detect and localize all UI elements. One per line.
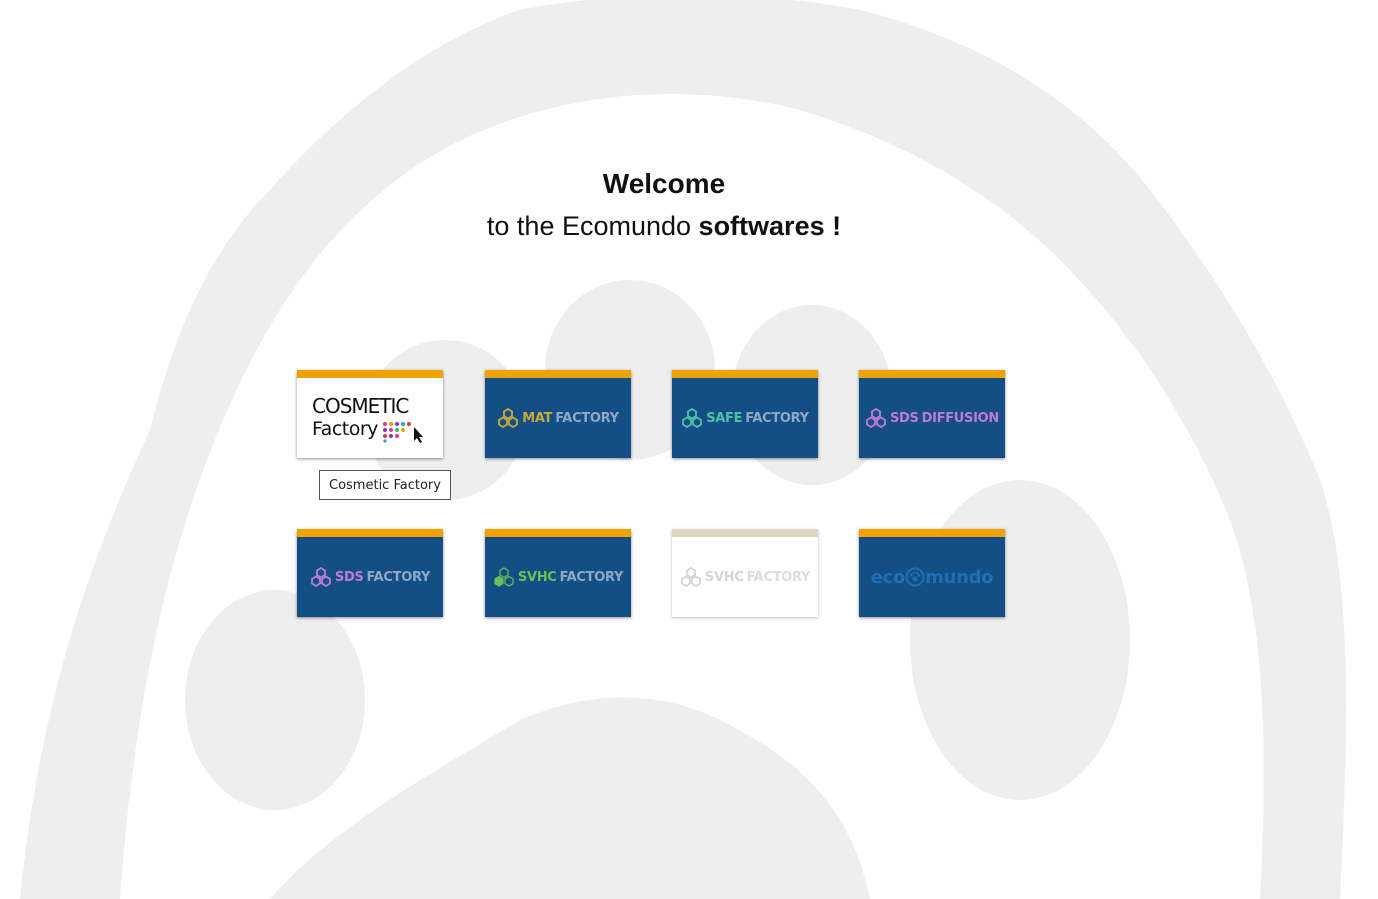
welcome-subtitle-prefix: to the Ecomundo	[486, 211, 699, 241]
cosmetic-logo-line2: Factory	[312, 418, 378, 440]
app-tile-ecomundo[interactable]: eco mundo	[859, 529, 1005, 617]
app-tile-safe-factory[interactable]: SAFE FACTORY	[672, 370, 818, 458]
ecomundo-logo: eco mundo	[871, 567, 994, 588]
safe-factory-logo: SAFE FACTORY	[681, 408, 809, 428]
hexagon-cluster-icon	[681, 567, 701, 587]
svhc-factory-disabled-word-b: FACTORY	[746, 569, 811, 585]
hexagon-cluster-icon	[866, 408, 886, 428]
paw-globe-icon	[905, 567, 925, 587]
mat-factory-logo: MAT FACTORY	[497, 408, 619, 428]
app-tile-mat-factory[interactable]: MAT FACTORY	[485, 370, 631, 458]
mat-factory-word-b: FACTORY	[555, 410, 619, 426]
hexagon-cluster-icon	[682, 408, 703, 428]
sds-factory-word-b: FACTORY	[366, 569, 431, 585]
sds-diffusion-word-a: SDS	[889, 410, 919, 426]
cursor-dots-icon	[383, 422, 423, 443]
app-tile-svhc-factory[interactable]: SVHC FACTORY	[485, 529, 631, 617]
cosmetic-logo-line1: COSMETIC	[312, 394, 409, 418]
hexagon-cluster-icon	[494, 567, 514, 587]
mat-factory-word-a: MAT	[522, 410, 553, 426]
welcome-subtitle: to the Ecomundo softwares !	[0, 204, 1328, 248]
svhc-factory-word-b: FACTORY	[559, 569, 624, 585]
svhc-factory-disabled-logo: SVHC FACTORY	[680, 567, 810, 587]
sds-factory-word-a: SDS	[334, 569, 364, 585]
page: Welcome to the Ecomundo softwares ! COSM…	[0, 0, 1378, 899]
ecomundo-word-b: mundo	[925, 566, 994, 588]
app-tile-sds-factory[interactable]: SDS FACTORY	[297, 529, 443, 617]
ecomundo-word-a: eco	[870, 566, 906, 588]
welcome-title: Welcome	[602, 168, 726, 199]
svhc-factory-logo: SVHC FACTORY	[493, 567, 623, 587]
tooltip: Cosmetic Factory	[319, 470, 451, 500]
hexagon-cluster-icon	[498, 408, 519, 428]
sds-diffusion-word-b: DIFFUSION	[921, 410, 1000, 426]
sds-diffusion-logo: SDS DIFFUSION	[865, 408, 999, 428]
app-tile-cosmetic-factory[interactable]: COSMETIC Factory	[297, 370, 443, 458]
cosmetic-factory-logo: COSMETIC Factory	[310, 390, 430, 446]
safe-factory-word-a: SAFE	[706, 410, 743, 426]
hexagon-cluster-icon	[311, 567, 331, 587]
svhc-factory-word-a: SVHC	[517, 569, 557, 585]
welcome-subtitle-emphasis: softwares !	[698, 211, 842, 241]
welcome-heading: Welcome to the Ecomundo softwares !	[0, 164, 1328, 248]
svhc-factory-disabled-word-a: SVHC	[704, 569, 744, 585]
sds-factory-logo: SDS FACTORY	[310, 567, 430, 587]
app-tile-svhc-factory-disabled[interactable]: SVHC FACTORY	[672, 529, 818, 617]
app-tile-sds-diffusion[interactable]: SDS DIFFUSION	[859, 370, 1005, 458]
safe-factory-word-b: FACTORY	[745, 410, 809, 426]
